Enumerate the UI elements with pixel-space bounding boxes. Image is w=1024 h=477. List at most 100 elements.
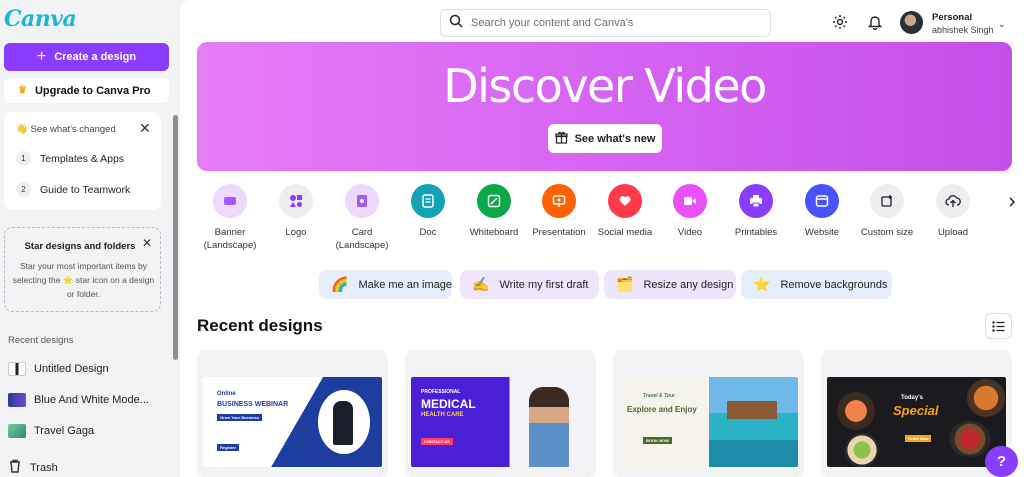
design-card[interactable]: Travel & Tour Explore and Enjoy BOOK NOW: [613, 350, 804, 477]
category-social-media[interactable]: Social media: [591, 184, 659, 239]
presentation-icon: [542, 184, 576, 218]
close-icon[interactable]: ✕: [139, 120, 151, 137]
remove-backgrounds-button[interactable]: ⭐ Remove backgrounds: [741, 270, 892, 299]
recent-item-label: Blue And White Mode...: [34, 394, 149, 406]
category-label: Printables: [734, 227, 778, 238]
account-name[interactable]: abhishek Singh: [932, 25, 994, 35]
design-thumbnail: [8, 393, 26, 407]
card-icon: [345, 184, 379, 218]
avatar[interactable]: [900, 11, 923, 34]
category-custom-size[interactable]: Custom size: [853, 184, 921, 239]
recent-item[interactable]: Travel Gaga: [8, 424, 94, 438]
trash-item[interactable]: Trash: [8, 459, 58, 476]
quick-action-label: Write my first draft: [499, 278, 589, 291]
make-image-button[interactable]: 🌈 Make me an image: [319, 270, 452, 299]
quick-action-label: Resize any design: [643, 278, 734, 291]
step-guide-teamwork[interactable]: 2 Guide to Teamwork: [16, 182, 130, 197]
search-input[interactable]: [471, 17, 751, 29]
category-video[interactable]: Video: [656, 184, 724, 239]
category-whiteboard[interactable]: Whiteboard: [460, 184, 528, 239]
recent-designs-label: Recent designs: [8, 335, 74, 346]
design-thumbnail: PROFESSIONAL MEDICAL HEALTH CARE CONTACT…: [411, 377, 590, 467]
category-website[interactable]: Website: [788, 184, 856, 239]
search-bar[interactable]: [440, 9, 771, 37]
settings-gear-icon[interactable]: [831, 13, 849, 31]
category-label: Custom size: [860, 227, 914, 238]
step-label: Templates & Apps: [40, 152, 125, 165]
whats-changed-card: 👋 See what's changed ✕ 1 Templates & App…: [4, 112, 161, 210]
thumb-text: Today's: [901, 395, 923, 401]
printables-icon: [739, 184, 773, 218]
create-design-button[interactable]: + Create a design: [4, 43, 169, 71]
category-label: Whiteboard: [469, 227, 519, 238]
thumb-text: PROFESSIONAL: [421, 389, 461, 395]
category-banner[interactable]: Banner (Landscape): [196, 184, 264, 252]
chevron-right-icon[interactable]: [1003, 193, 1021, 211]
thumb-text: Explore and Enjoy: [627, 405, 697, 414]
trash-icon: [8, 459, 22, 476]
step-templates-apps[interactable]: 1 Templates & Apps: [16, 151, 124, 166]
recent-item[interactable]: Untitled Design: [8, 362, 109, 376]
banner-title: Discover Video: [443, 59, 767, 113]
category-label: Upload: [937, 227, 969, 238]
thumb-text: Grow Your Business: [217, 414, 262, 421]
category-upload[interactable]: Upload: [919, 184, 987, 239]
design-thumbnail: [8, 362, 26, 376]
list-view-icon[interactable]: [985, 313, 1012, 339]
star-tip-card: Star designs and folders ✕ Star your mos…: [4, 227, 161, 312]
thumb-text: BUSINESS WEBINAR: [217, 401, 289, 408]
upgrade-label: Upgrade to Canva Pro: [34, 84, 151, 97]
quick-action-label: Make me an image: [358, 278, 452, 291]
design-card[interactable]: PROFESSIONAL MEDICAL HEALTH CARE CONTACT…: [405, 350, 596, 477]
step-number: 1: [16, 151, 31, 166]
logo-icon: [279, 184, 313, 218]
upgrade-button[interactable]: ♛ Upgrade to Canva Pro: [4, 78, 169, 103]
sidebar-scrollbar[interactable]: [173, 115, 178, 360]
category-printables[interactable]: Printables: [722, 184, 790, 239]
banner-icon: [213, 184, 247, 218]
write-draft-button[interactable]: ✍️ Write my first draft: [460, 270, 599, 299]
chevron-down-icon[interactable]: ⌄: [998, 19, 1006, 30]
create-design-label: Create a design: [54, 51, 137, 63]
category-doc[interactable]: Doc: [394, 184, 462, 239]
recent-designs-heading: Recent designs: [197, 316, 323, 335]
custom-size-icon: [870, 184, 904, 218]
upload-icon: [936, 184, 970, 218]
writing-hand-icon: ✍️: [472, 276, 490, 292]
sidebar: Canva + Create a design ♛ Upgrade to Can…: [0, 0, 180, 477]
canva-logo[interactable]: Canva: [4, 6, 77, 32]
help-button[interactable]: ?: [985, 446, 1018, 477]
category-logo[interactable]: Logo: [262, 184, 330, 239]
search-icon: [449, 14, 463, 33]
thumb-text: MEDICAL: [421, 397, 476, 411]
category-card[interactable]: Card (Landscape): [328, 184, 396, 252]
video-icon: [673, 184, 707, 218]
category-presentation[interactable]: Presentation: [525, 184, 593, 239]
notifications-bell-icon[interactable]: [866, 13, 884, 31]
design-card[interactable]: Today's Special Order Now: [821, 350, 1012, 477]
category-label: Banner (Landscape): [203, 227, 257, 251]
see-whats-new-button[interactable]: See what's new: [548, 124, 662, 153]
category-label: Presentation: [532, 227, 586, 238]
trash-label: Trash: [30, 461, 58, 474]
step-label: Guide to Teamwork: [40, 183, 131, 196]
gift-icon: [554, 131, 568, 147]
thumb-text: HEALTH CARE: [421, 412, 464, 418]
design-thumbnail: Online BUSINESS WEBINAR Grow Your Busine…: [203, 377, 382, 467]
design-thumbnail: Today's Special Order Now: [827, 377, 1006, 467]
plus-icon: +: [36, 48, 47, 65]
recent-item[interactable]: Blue And White Mode...: [8, 393, 149, 407]
website-icon: [805, 184, 839, 218]
recent-item-label: Untitled Design: [34, 363, 109, 375]
design-card[interactable]: Online BUSINESS WEBINAR Grow Your Busine…: [197, 350, 388, 477]
close-icon[interactable]: ✕: [142, 236, 152, 250]
star-tip-body: Star your most important items by select…: [12, 261, 155, 299]
discover-video-banner: Discover Video See what's new: [197, 42, 1012, 171]
category-label: Video: [677, 227, 703, 238]
whats-changed-heading: 👋 See what's changed: [16, 124, 116, 135]
resize-design-button[interactable]: 🗂️ Resize any design: [604, 270, 736, 299]
doc-icon: [411, 184, 445, 218]
crown-icon: ♛: [18, 85, 27, 96]
account-type[interactable]: Personal: [932, 12, 972, 23]
quick-action-label: Remove backgrounds: [780, 278, 888, 291]
